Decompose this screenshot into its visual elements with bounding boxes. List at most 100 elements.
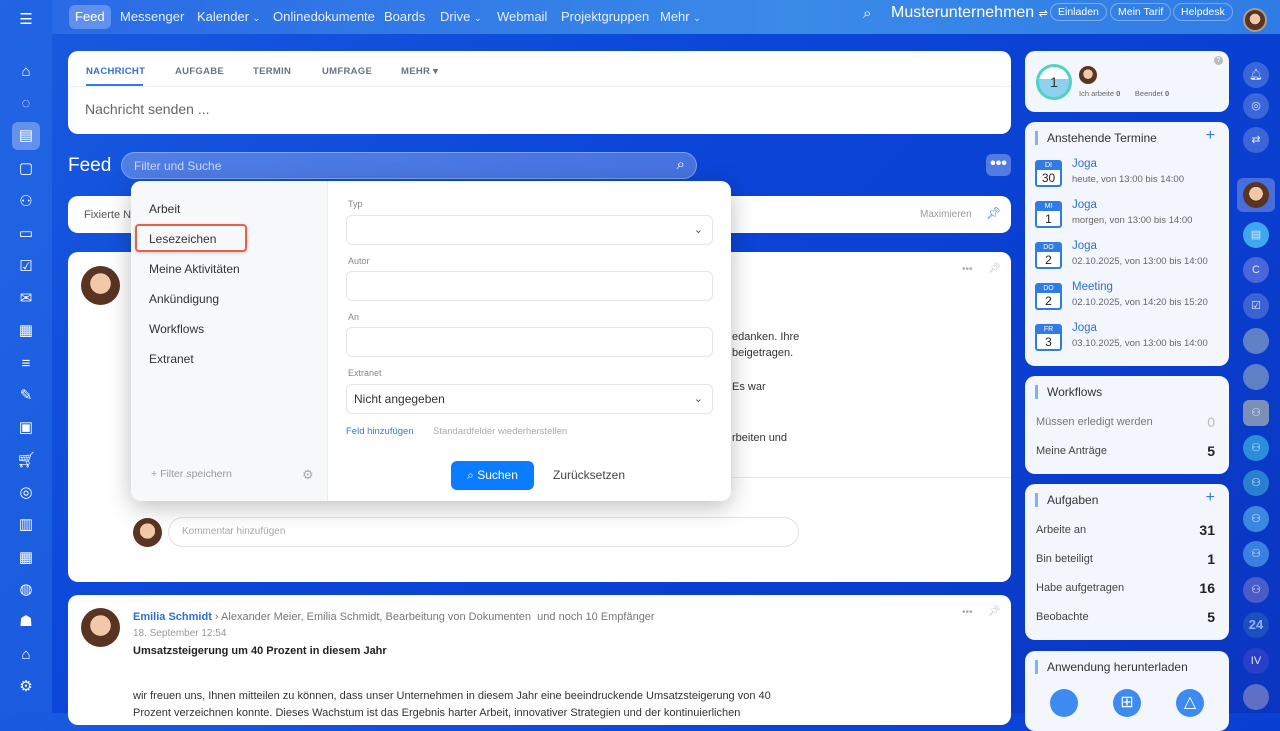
nav-projektgruppen[interactable]: Projektgruppen (555, 5, 655, 29)
home-icon[interactable]: ⌂ (14, 60, 38, 84)
calendar-icon[interactable]: ▦ (14, 319, 38, 343)
crm-icon[interactable]: ≡ (14, 352, 38, 376)
task-row[interactable]: Habe aufgetragen 16 (1036, 580, 1215, 596)
group-icon[interactable]: ⚇ (14, 190, 38, 214)
add-field-link[interactable]: Feld hinzufügen (346, 426, 414, 437)
tab-nachricht[interactable]: NACHRICHT (86, 66, 145, 77)
documents-icon[interactable]: ✎ (14, 384, 38, 408)
automation-icon[interactable]: ◍ (14, 578, 38, 602)
nav-boards[interactable]: Boards (378, 5, 431, 29)
message-input[interactable]: Nachricht senden ... (85, 101, 210, 117)
task-row[interactable]: Bin beteiligt 1 (1036, 551, 1215, 567)
task-row[interactable]: Beobachte 5 (1036, 609, 1215, 625)
invite-button[interactable]: Einladen (1050, 3, 1107, 21)
author-avatar[interactable] (81, 608, 120, 647)
preset-workflows[interactable]: Workflows (149, 322, 204, 336)
nav-webmail[interactable]: Webmail (491, 5, 553, 29)
pin-icon[interactable]: 📌︎ (986, 206, 1001, 220)
post-date[interactable]: 18. September 12:54 (133, 628, 226, 639)
gear-icon[interactable]: ⚙ (302, 467, 314, 483)
help-icon[interactable]: ? (1214, 56, 1223, 65)
users-icon[interactable]: ⚇ (1243, 435, 1269, 461)
workflow-row[interactable]: Müssen erledigt werden 0 (1036, 414, 1215, 430)
post-menu-icon[interactable]: ••• (962, 607, 973, 618)
user-avatar[interactable] (1243, 8, 1267, 32)
event-title[interactable]: Joga (1072, 240, 1097, 252)
task-row[interactable]: Arbeite an 31 (1036, 522, 1215, 538)
search-button[interactable]: ⌕ Suchen (451, 461, 534, 490)
event-title[interactable]: Joga (1072, 199, 1097, 211)
post-menu-icon[interactable]: ••• (962, 264, 973, 275)
feed-icon[interactable]: ▤ (12, 122, 40, 150)
users-icon[interactable]: ⚇ (1243, 506, 1269, 532)
nav-onlinedokumente[interactable]: Onlinedokumente (267, 5, 381, 29)
activity-icon[interactable]: ◎ (1243, 93, 1269, 119)
author-link[interactable]: Emilia Schmidt (133, 611, 212, 623)
nav-messenger[interactable]: Messenger (114, 5, 190, 29)
preset-meine-aktivitaeten[interactable]: Meine Aktivitäten (149, 262, 240, 276)
preset-lesezeichen[interactable]: Lesezeichen (149, 232, 216, 246)
an-input[interactable] (346, 327, 713, 357)
group-chat-avatar[interactable] (1243, 364, 1269, 390)
author-avatar[interactable] (81, 266, 120, 305)
mail-icon[interactable]: ✉ (14, 287, 38, 311)
users-icon[interactable]: ⚇ (1243, 470, 1269, 496)
event-title[interactable]: Joga (1072, 322, 1097, 334)
tasks-icon[interactable]: ☑ (14, 255, 38, 279)
contacts-icon[interactable]: ▣ (14, 416, 38, 440)
nav-feed[interactable]: Feed (69, 5, 111, 29)
more-recipients-link[interactable]: und noch 10 Empfänger (537, 611, 654, 623)
tab-aufgabe[interactable]: AUFGABE (175, 66, 224, 77)
worktime-counter[interactable]: 1 (1036, 64, 1072, 100)
extranet-select[interactable]: Nicht angegeben ⌄ (346, 384, 713, 414)
restore-fields-link[interactable]: Standardfelder wiederherstellen (433, 426, 567, 437)
typ-select[interactable]: ⌄ (346, 215, 713, 245)
chat-sync-icon[interactable]: ⇄ (1243, 127, 1269, 153)
company-name[interactable]: Musterunternehmen ⇌ (891, 4, 1048, 22)
add-task-icon[interactable]: + (1206, 489, 1215, 507)
maximize-link[interactable]: Maximieren (920, 209, 972, 220)
collab-icon[interactable]: ◌ (14, 92, 38, 116)
nav-drive[interactable]: Drive ⌄ (434, 5, 488, 29)
filter-search-input[interactable]: Filter und Suche ⌕ (121, 152, 697, 179)
tasks-icon[interactable]: ☑ (1243, 293, 1269, 319)
more-options-button[interactable]: ••• (986, 154, 1011, 176)
pin-icon[interactable]: 📌︎ (988, 606, 1001, 617)
chat-iv[interactable]: IV (1243, 648, 1269, 674)
settings-icon[interactable]: ⚙ (14, 675, 38, 699)
helpdesk-button[interactable]: Helpdesk (1173, 3, 1233, 21)
preset-arbeit[interactable]: Arbeit (149, 202, 180, 216)
target-icon[interactable]: ◎ (14, 481, 38, 505)
tab-mehr[interactable]: MEHR ▾ (401, 66, 438, 77)
users-icon[interactable]: ⚇ (1243, 541, 1269, 567)
comment-input[interactable]: Kommentar hinzufügen (168, 517, 799, 547)
group-chat-avatar[interactable] (1243, 328, 1269, 354)
schedule-icon[interactable]: ▦ (14, 546, 38, 570)
nav-kalender[interactable]: Kalender ⌄ (191, 5, 266, 29)
autor-input[interactable] (346, 271, 713, 301)
chat-icon[interactable]: ▢ (14, 157, 38, 181)
analytics-icon[interactable]: ▥ (14, 513, 38, 537)
event-title[interactable]: Joga (1072, 158, 1097, 170)
users-icon[interactable]: ⚇ (1243, 577, 1269, 603)
bell-icon[interactable]: 🔔︎ (1243, 62, 1269, 88)
nav-mehr[interactable]: Mehr ⌄ (654, 5, 707, 29)
add-event-icon[interactable]: + (1206, 127, 1215, 145)
search-icon[interactable]: ⌕ (677, 156, 685, 173)
pin-icon[interactable]: 📌︎ (988, 263, 1001, 274)
tab-umfrage[interactable]: UMFRAGE (322, 66, 372, 77)
messages-icon[interactable]: ▤ (1243, 222, 1269, 248)
save-filter-button[interactable]: + Filter speichern (151, 468, 232, 480)
workflow-row[interactable]: Meine Anträge 5 (1036, 443, 1215, 459)
menu-icon[interactable]: ☰ (14, 8, 38, 32)
users-icon[interactable]: ⚇ (1243, 400, 1269, 426)
my-plan-button[interactable]: Mein Tarif (1110, 3, 1172, 21)
chat-c[interactable]: C (1243, 257, 1269, 283)
shop-icon[interactable]: 🛒︎ (14, 449, 38, 473)
cat-avatar[interactable] (1243, 684, 1269, 710)
preset-extranet[interactable]: Extranet (149, 352, 194, 366)
sites-icon[interactable]: ⌂ (14, 643, 38, 667)
robot-icon[interactable]: ☗ (14, 610, 38, 634)
preset-ankuendigung[interactable]: Ankündigung (149, 292, 219, 306)
event-title[interactable]: Meeting (1072, 281, 1113, 293)
